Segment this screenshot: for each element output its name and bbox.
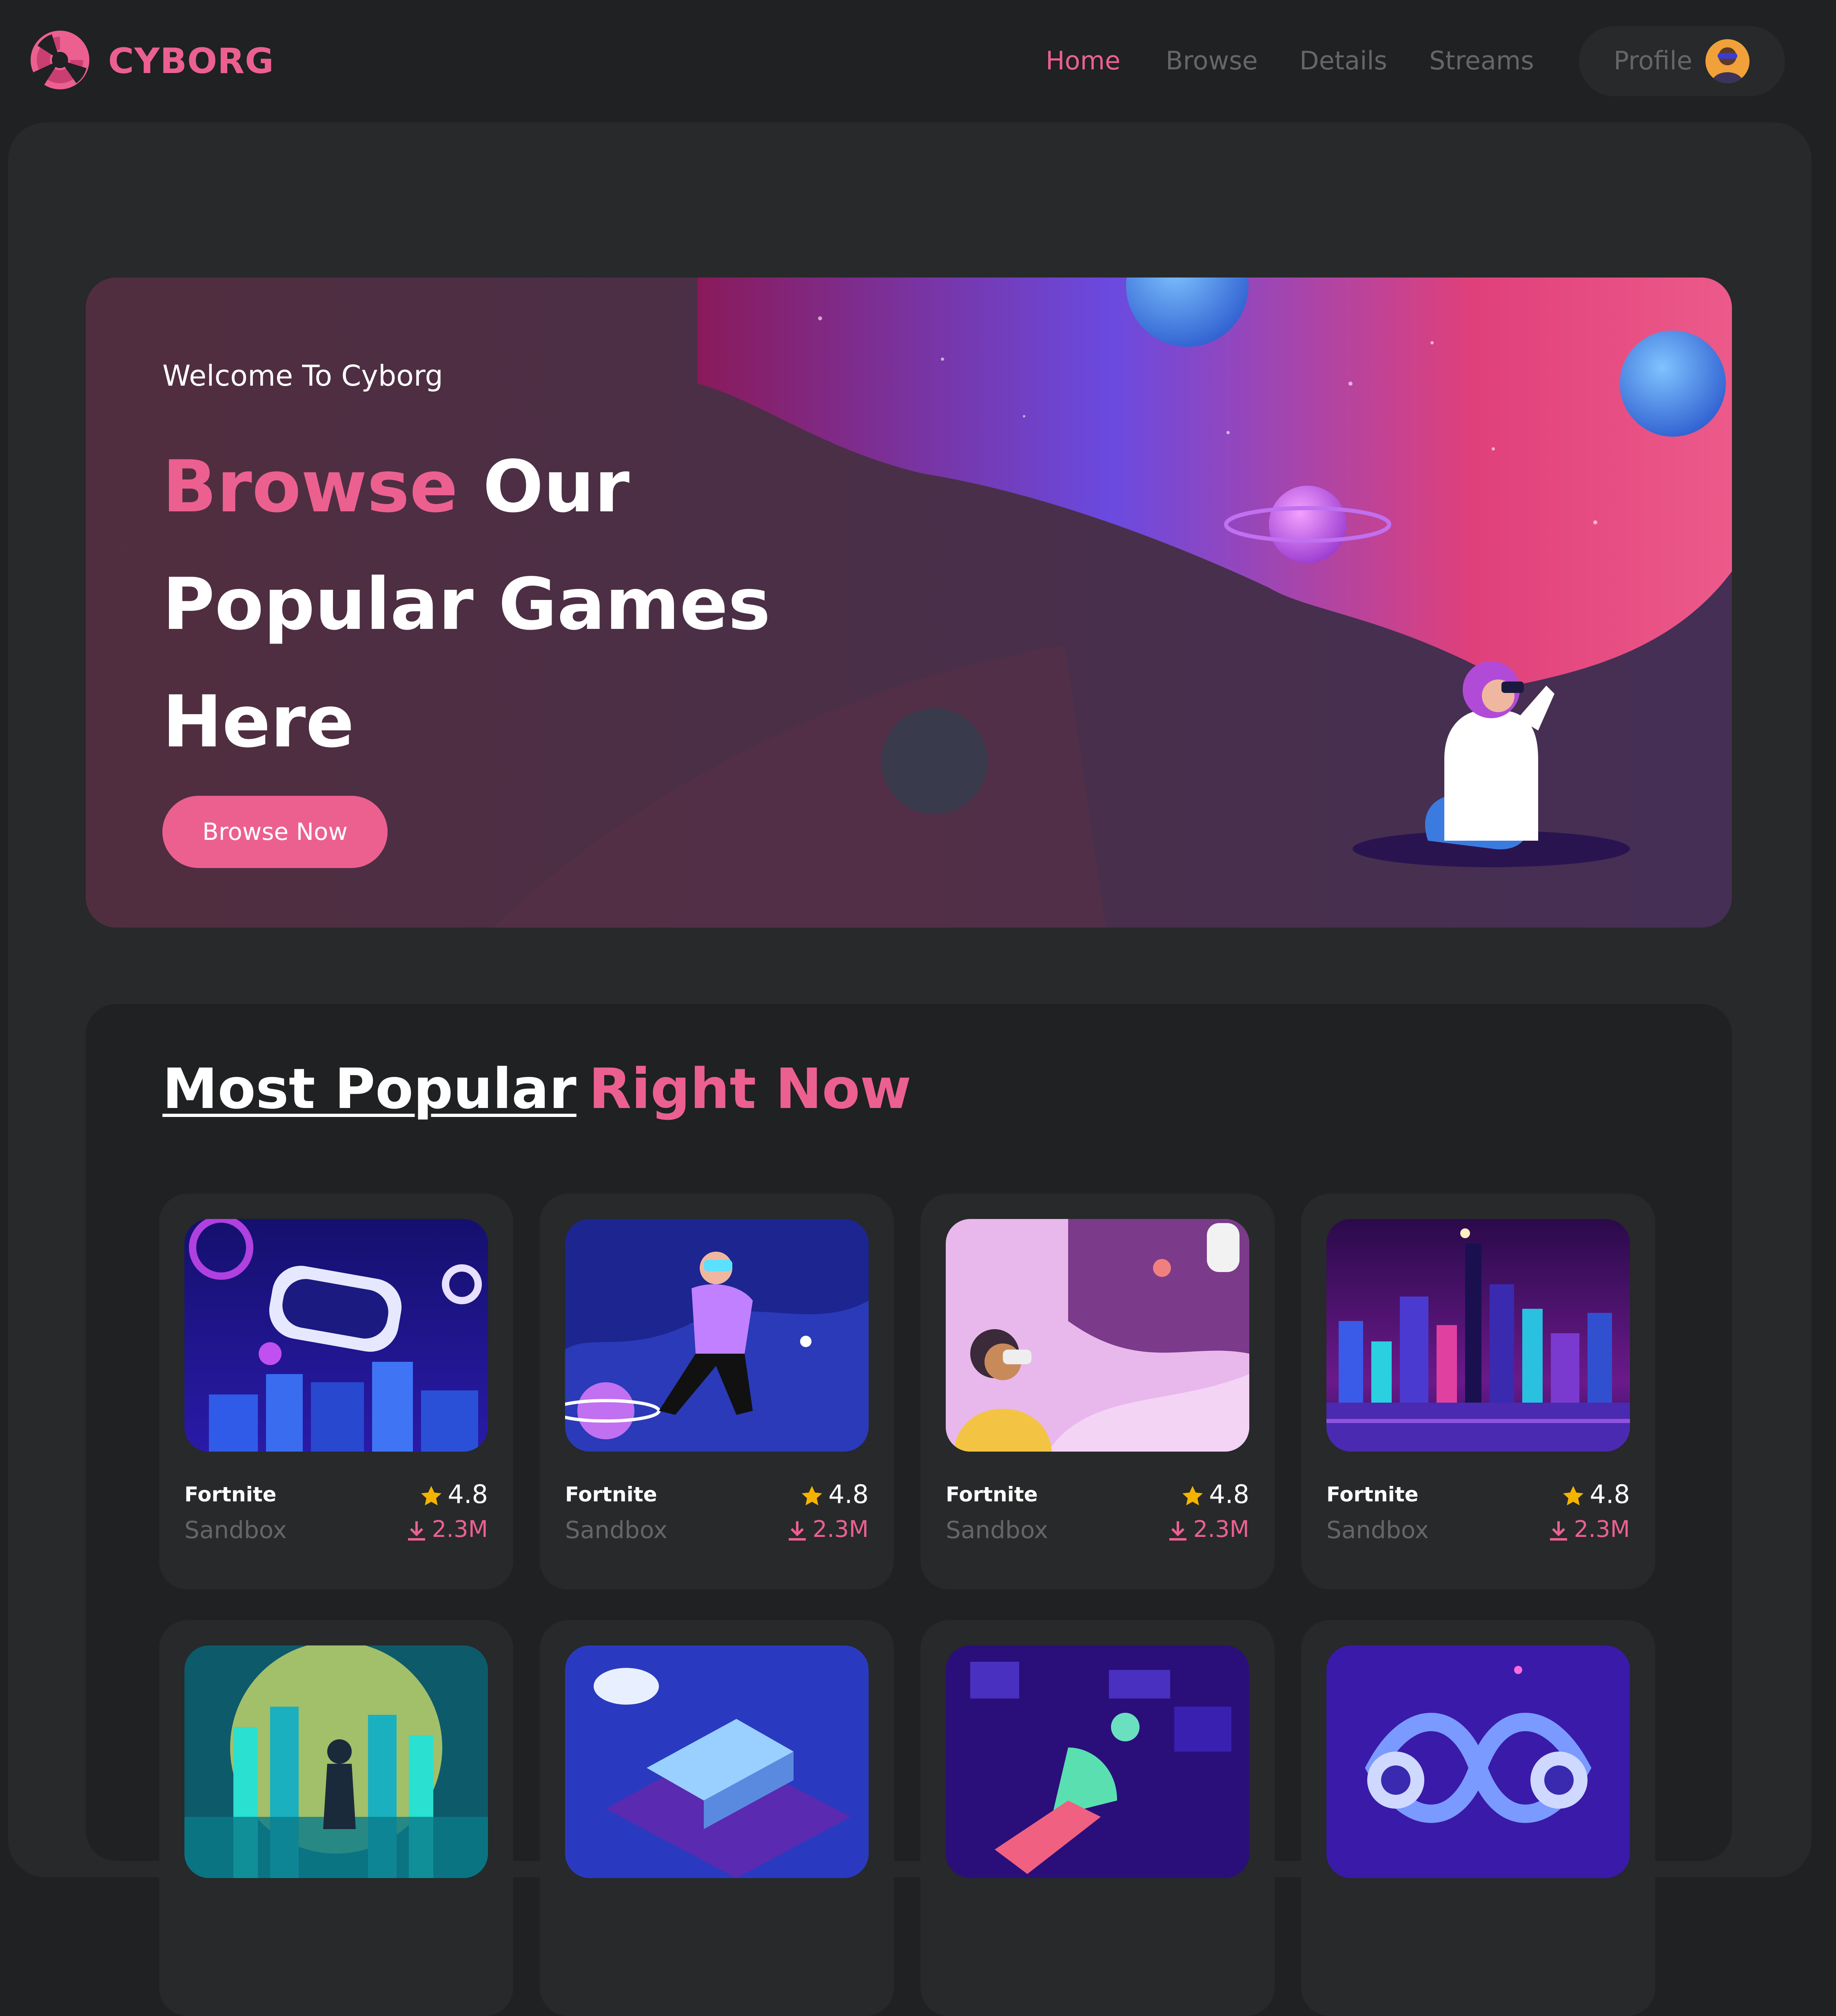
star-icon xyxy=(1182,1485,1203,1505)
star-icon xyxy=(1563,1485,1584,1505)
game-thumbnail-floating-player[interactable] xyxy=(565,1219,869,1452)
download-icon xyxy=(788,1521,806,1541)
section-title-main[interactable]: Most Popular xyxy=(162,1057,577,1121)
game-card[interactable] xyxy=(1301,1620,1655,2016)
game-title[interactable]: Fortnite xyxy=(946,1483,1038,1506)
hero-heading: Browse Our Popular Games Here xyxy=(162,429,856,781)
game-downloads: 2.3M xyxy=(405,1516,488,1543)
game-rating: 4.8 xyxy=(1180,1479,1249,1509)
game-genre: Sandbox xyxy=(565,1516,667,1544)
profile-button[interactable]: Profile xyxy=(1579,26,1785,96)
game-genre: Sandbox xyxy=(946,1516,1048,1544)
downloads-value: 2.3M xyxy=(812,1516,869,1543)
game-card[interactable] xyxy=(920,1620,1275,2016)
game-downloads: 2.3M xyxy=(1166,1516,1249,1543)
hero-heading-part-3: Here xyxy=(162,681,355,764)
game-thumbnail-vr-woman[interactable] xyxy=(946,1219,1249,1452)
rating-value: 4.8 xyxy=(1590,1479,1630,1509)
star-icon xyxy=(802,1485,823,1505)
hero-banner: Welcome To Cyborg Browse Our Popular Gam… xyxy=(86,278,1732,928)
profile-label: Profile xyxy=(1614,46,1692,75)
top-navbar: CYBORG Home Browse Details Streams Profi… xyxy=(0,0,1836,122)
hero-heading-accent: Browse xyxy=(162,446,458,528)
game-genre: Sandbox xyxy=(1326,1516,1429,1544)
nav-streams[interactable]: Streams xyxy=(1429,46,1534,75)
game-title[interactable]: Fortnite xyxy=(565,1483,657,1506)
hero-heading-part-1: Our xyxy=(483,446,630,528)
game-thumbnail-dashboard-explorer[interactable] xyxy=(946,1645,1249,1878)
hero-heading-part-2: Popular Games xyxy=(162,563,771,646)
game-thumbnail-vr-headset[interactable] xyxy=(184,1219,488,1452)
game-thumbnail-infinity-robots[interactable] xyxy=(1326,1645,1630,1878)
game-thumbnail-neon-skyline[interactable] xyxy=(1326,1219,1630,1452)
avatar-icon xyxy=(1705,39,1750,83)
section-title-accent: Right Now xyxy=(588,1057,911,1121)
downloads-value: 2.3M xyxy=(1574,1516,1630,1543)
game-downloads: 2.3M xyxy=(1547,1516,1630,1543)
game-card[interactable]: Fortnite Sandbox 4.8 2.3M xyxy=(159,1194,513,1590)
most-popular-section: Most Popular Right Now Fortnite Sandbox 4… xyxy=(86,1004,1732,2016)
brand-name[interactable]: CYBORG xyxy=(108,41,274,82)
rating-value: 4.8 xyxy=(1209,1479,1249,1509)
hero-welcome-text: Welcome To Cyborg xyxy=(162,359,443,393)
download-icon xyxy=(1550,1521,1567,1541)
game-thumbnail-vr-isometric[interactable] xyxy=(565,1645,869,1878)
game-card[interactable] xyxy=(159,1620,513,2016)
game-card[interactable]: Fortnite Sandbox 4.8 2.3M xyxy=(1301,1194,1655,1590)
rating-value: 4.8 xyxy=(448,1479,488,1509)
game-rating: 4.8 xyxy=(419,1479,488,1509)
downloads-value: 2.3M xyxy=(432,1516,488,1543)
browse-now-button[interactable]: Browse Now xyxy=(162,796,388,868)
hero-person xyxy=(1425,661,1554,850)
game-rating: 4.8 xyxy=(1561,1479,1630,1509)
downloads-value: 2.3M xyxy=(1193,1516,1249,1543)
star-icon xyxy=(421,1485,442,1505)
download-icon xyxy=(1169,1521,1186,1541)
game-card[interactable]: Fortnite Sandbox 4.8 2.3M xyxy=(920,1194,1275,1590)
section-title: Most Popular Right Now xyxy=(162,1057,911,1121)
nav-home[interactable]: Home xyxy=(1046,46,1120,75)
game-downloads: 2.3M xyxy=(786,1516,869,1543)
game-title[interactable]: Fortnite xyxy=(1326,1483,1419,1506)
game-card[interactable] xyxy=(540,1620,894,2016)
cyborg-logo-icon[interactable] xyxy=(29,29,91,91)
nav-browse[interactable]: Browse xyxy=(1166,46,1258,75)
nav-details[interactable]: Details xyxy=(1299,46,1387,75)
game-title[interactable]: Fortnite xyxy=(184,1483,277,1506)
game-rating: 4.8 xyxy=(800,1479,869,1509)
game-card[interactable]: Fortnite Sandbox 4.8 2.3M xyxy=(540,1194,894,1590)
game-thumbnail-cyber-city[interactable] xyxy=(184,1645,488,1878)
rating-value: 4.8 xyxy=(828,1479,869,1509)
game-genre: Sandbox xyxy=(184,1516,287,1544)
download-icon xyxy=(408,1521,425,1541)
